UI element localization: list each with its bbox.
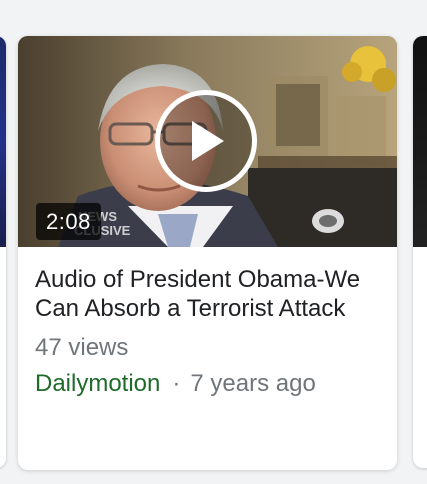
video-meta: Dailymotion · 7 years ago [35, 369, 379, 399]
next-video-card[interactable] [413, 36, 427, 468]
video-info: Audio of President Obama-We Can Absorb a… [18, 247, 397, 399]
meta-separator: · [172, 370, 181, 397]
source-name: Dailymotion [35, 370, 161, 397]
upload-age: 7 years ago [190, 370, 316, 397]
view-count: 47 views [35, 334, 129, 361]
previous-video-card[interactable] [0, 36, 6, 468]
video-thumbnail[interactable]: NEWS CLUSIVE 2:08 [18, 36, 397, 247]
video-card[interactable]: NEWS CLUSIVE 2:08 Audio of President Oba… [18, 36, 397, 470]
video-title[interactable]: Audio of President Obama-We Can Absorb a… [35, 265, 379, 323]
play-button[interactable] [155, 90, 257, 192]
play-circle-icon [192, 121, 224, 161]
duration-badge: 2:08 [36, 203, 101, 240]
previous-video-thumbnail [0, 36, 6, 247]
video-carousel: NEWS CLUSIVE 2:08 Audio of President Oba… [0, 0, 427, 484]
next-video-thumbnail [413, 36, 427, 247]
